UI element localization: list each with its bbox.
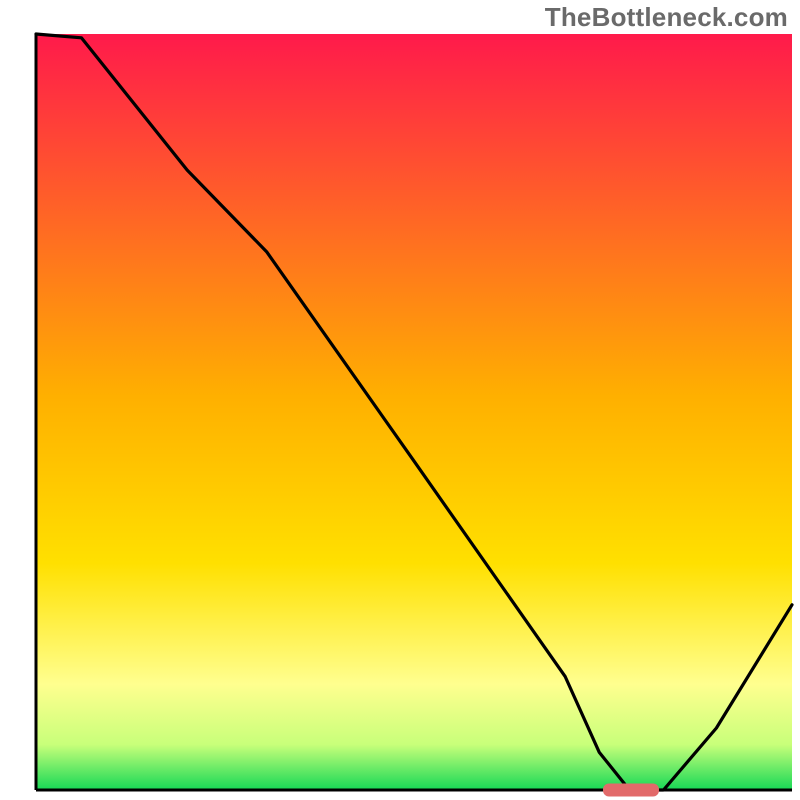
gradient-background: [36, 34, 792, 790]
optimum-marker: [603, 784, 659, 797]
chart-canvas: TheBottleneck.com: [0, 0, 800, 800]
watermark-text: TheBottleneck.com: [545, 2, 788, 33]
chart-svg: [0, 0, 800, 800]
